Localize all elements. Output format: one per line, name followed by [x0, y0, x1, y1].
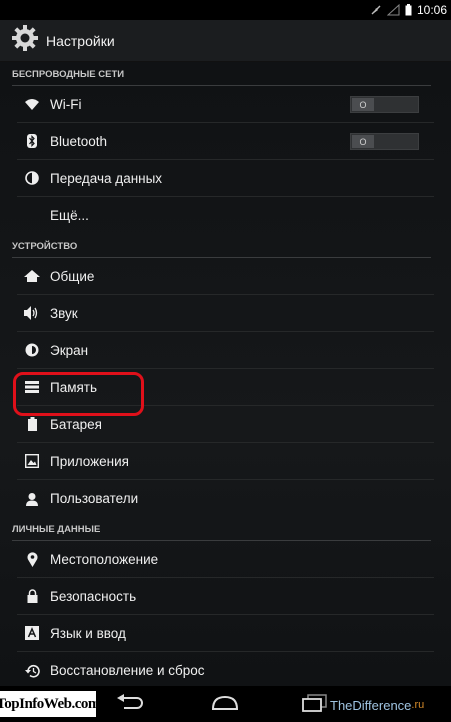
storage-icon — [24, 379, 40, 395]
settings-item-label: Общие — [50, 268, 95, 284]
settings-item-battery[interactable]: Батарея — [17, 406, 434, 443]
settings-item-apps[interactable]: Приложения — [17, 443, 434, 480]
navigation-bar: TopInfoWeb.com TheDifference .ru — [0, 686, 451, 722]
settings-item-more[interactable]: Ещё... — [17, 197, 434, 234]
wifi-toggle[interactable]: O — [350, 96, 419, 113]
action-bar: Настройки — [0, 20, 451, 62]
settings-item-label: Пользователи — [50, 491, 139, 506]
settings-item-label: Приложения — [50, 453, 129, 469]
settings-item-storage[interactable]: Память — [17, 369, 434, 406]
settings-item-general[interactable]: Общие — [17, 258, 434, 295]
back-button[interactable] — [115, 694, 143, 712]
status-bar: 10:06 — [0, 0, 451, 20]
settings-item-label: Экран — [50, 342, 89, 358]
clock: 10:06 — [416, 3, 447, 17]
bluetooth-icon — [24, 133, 40, 149]
user-icon — [24, 491, 40, 507]
settings-item-label: Местоположение — [50, 551, 159, 567]
recent-apps-icon — [302, 694, 327, 712]
location-pin-icon — [24, 551, 40, 567]
settings-item-label: Ещё... — [50, 208, 89, 223]
settings-item-sound[interactable]: Звук — [17, 295, 434, 332]
settings-list[interactable]: БЕСПРОВОДНЫЕ СЕТИ Wi-Fi O Bluetooth O Пе… — [0, 62, 451, 686]
recent-apps-button[interactable] — [300, 694, 328, 712]
settings-item-label: Язык и ввод — [50, 625, 126, 641]
section-header-device: УСТРОЙСТВО — [12, 234, 431, 258]
settings-item-label: Передача данных — [50, 170, 163, 186]
settings-item-language[interactable]: Язык и ввод — [17, 615, 434, 652]
section-header-personal: ЛИЧНЫЕ ДАННЫЕ — [12, 517, 431, 541]
data-usage-icon — [24, 170, 40, 186]
settings-item-label: Батарея — [50, 416, 102, 432]
notification-off-icon — [370, 4, 382, 16]
bluetooth-toggle[interactable]: O — [350, 133, 419, 150]
settings-item-label: Память — [50, 379, 98, 395]
page-title: Настройки — [46, 32, 115, 49]
toggle-knob: O — [352, 98, 374, 111]
home-nav-icon — [211, 695, 239, 710]
battery-icon — [24, 416, 40, 432]
home-button[interactable] — [210, 694, 240, 712]
section-header-wireless: БЕСПРОВОДНЫЕ СЕТИ — [12, 62, 431, 86]
battery-icon — [405, 4, 412, 16]
apps-icon — [24, 453, 40, 469]
brightness-icon — [24, 342, 40, 358]
speaker-icon — [24, 305, 40, 321]
wifi-icon — [24, 96, 40, 112]
settings-item-label: Безопасность — [50, 588, 137, 604]
watermark-thedifference: TheDifference .ru — [330, 696, 424, 714]
watermark-tld: .ru — [411, 699, 425, 711]
toggle-knob: O — [352, 135, 374, 148]
watermark-main: TheDifference — [330, 697, 412, 713]
settings-item-data-usage[interactable]: Передача данных — [17, 160, 434, 197]
home-icon — [24, 268, 40, 284]
settings-item-backup[interactable]: Восстановление и сброс — [17, 652, 434, 686]
settings-item-location[interactable]: Местоположение — [17, 541, 434, 578]
settings-item-security[interactable]: Безопасность — [17, 578, 434, 615]
signal-icon — [386, 4, 400, 16]
settings-item-users[interactable]: Пользователи — [17, 480, 434, 517]
restore-icon — [24, 663, 40, 679]
watermark-topinfoweb: TopInfoWeb.com — [0, 691, 100, 717]
gear-icon[interactable] — [10, 23, 40, 58]
settings-item-label: Звук — [50, 305, 78, 321]
settings-item-label: Восстановление и сброс — [50, 663, 205, 678]
back-icon — [117, 694, 143, 709]
settings-item-label: Wi-Fi — [50, 96, 82, 112]
settings-item-wifi[interactable]: Wi-Fi O — [17, 86, 434, 123]
lock-icon — [24, 588, 40, 604]
settings-item-bluetooth[interactable]: Bluetooth O — [17, 123, 434, 160]
settings-item-display[interactable]: Экран — [17, 332, 434, 369]
settings-item-label: Bluetooth — [50, 133, 108, 149]
language-icon — [24, 625, 40, 641]
